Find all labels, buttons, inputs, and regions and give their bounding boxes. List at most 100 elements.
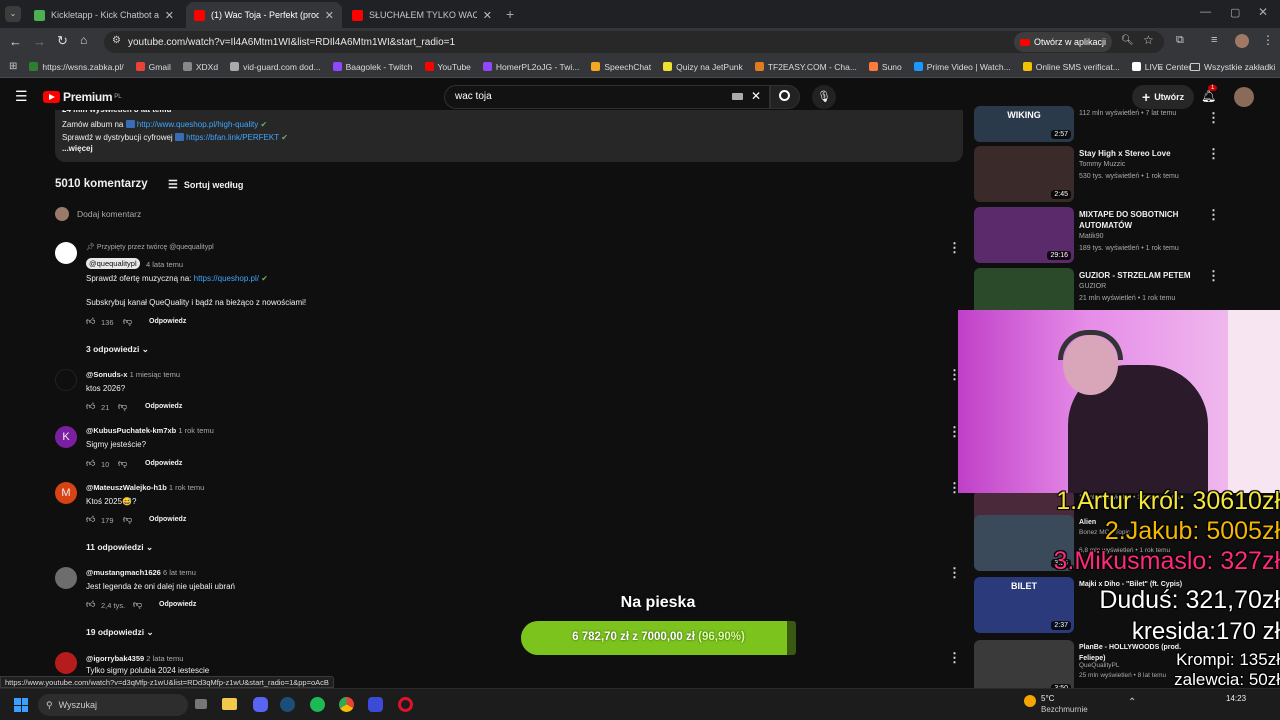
reply-button[interactable]: Odpowiedz xyxy=(159,601,196,608)
discord-icon[interactable] xyxy=(253,697,268,712)
comment-menu-icon[interactable] xyxy=(948,424,952,436)
comment-menu-icon[interactable] xyxy=(948,480,952,492)
avatar[interactable]: M xyxy=(55,482,77,504)
comment-menu-icon[interactable] xyxy=(948,367,952,379)
like-button[interactable]: 👍︎ xyxy=(86,514,95,525)
bookmark-item[interactable]: Suno xyxy=(868,62,902,72)
dislike-button[interactable]: 👎︎ xyxy=(118,401,127,412)
channel-name[interactable]: GUZIOR xyxy=(1079,283,1106,290)
video-item[interactable]: 2:45 Stay High x Stereo Love Tommy Muzzic 5… xyxy=(974,146,1274,204)
channel-name[interactable]: Matik90 xyxy=(1079,233,1104,240)
apps-icon[interactable]: ⊞ xyxy=(9,61,17,72)
video-title[interactable]: GUZIOR - STRZELAM PETEM xyxy=(1079,270,1209,281)
media-control-icon[interactable]: ≡ xyxy=(1211,34,1217,46)
bookmark-item[interactable]: YouTube xyxy=(424,62,471,72)
bfan-link[interactable]: https://bfan.link/PERFEKT xyxy=(186,133,279,142)
weather-temp[interactable]: 5°C xyxy=(1041,694,1054,703)
home-icon[interactable]: ⌂ xyxy=(80,33,87,47)
bookmark-item[interactable]: TF2EASY.COM - Cha... xyxy=(754,62,857,72)
reply-button[interactable]: Odpowiedz xyxy=(149,318,186,325)
like-button[interactable]: 👍︎ xyxy=(86,599,95,610)
task-view-icon[interactable] xyxy=(195,699,207,709)
author-badge[interactable]: @quequalitypl xyxy=(86,258,140,269)
bookmark-item[interactable]: HomerPL2oJG - Twi... xyxy=(482,62,579,72)
opera-icon[interactable] xyxy=(398,697,413,712)
reply-button[interactable]: Odpowiedz xyxy=(145,403,182,410)
album-link[interactable]: http://www.queshop.pl/high-quality xyxy=(137,120,258,129)
zoom-icon[interactable]: 🔍︎ xyxy=(1121,35,1134,46)
video-thumbnail[interactable]: BILET 2:37 xyxy=(974,577,1074,633)
create-button[interactable]: + Utwórz xyxy=(1132,85,1195,109)
all-bookmarks[interactable]: Wszystkie zakładki xyxy=(1190,62,1275,72)
comment-menu-icon[interactable] xyxy=(948,565,952,577)
queshop-link[interactable]: https://queshop.pl/ xyxy=(194,274,259,283)
video-menu-icon[interactable] xyxy=(1207,110,1211,122)
dislike-button[interactable]: 👎︎ xyxy=(118,458,127,469)
show-more-link[interactable]: ...więcej xyxy=(62,144,956,153)
close-icon[interactable]: ✕ xyxy=(325,9,334,22)
tray-chevron-icon[interactable]: ⌃ xyxy=(1128,697,1136,708)
bookmark-item[interactable]: Quizy na JetPunk xyxy=(663,62,743,72)
avatar[interactable] xyxy=(55,652,77,674)
extensions-icon[interactable]: ⧉ xyxy=(1176,34,1184,47)
taskbar-search[interactable]: ⚲ Wyszukaj xyxy=(38,694,188,716)
steam-icon[interactable] xyxy=(280,697,295,712)
site-info-icon[interactable]: ⚙ xyxy=(112,35,121,46)
dislike-button[interactable]: 👎︎ xyxy=(133,599,142,610)
account-avatar[interactable] xyxy=(1234,87,1254,107)
maximize-button[interactable]: ▢ xyxy=(1230,6,1240,19)
video-title[interactable]: MIXTAPE DO SOBOTNICH AUTOMATÓW xyxy=(1079,209,1209,231)
new-tab-button[interactable]: + xyxy=(506,6,514,22)
avatar[interactable] xyxy=(55,567,77,589)
bookmark-item[interactable]: Online SMS verificat... xyxy=(1022,62,1120,72)
bookmark-item[interactable]: Gmail xyxy=(135,62,171,72)
reload-icon[interactable]: ↻ xyxy=(57,33,68,49)
bookmark-item[interactable]: vid-guard.com dod... xyxy=(230,62,321,72)
profile-avatar[interactable] xyxy=(1235,34,1249,48)
author[interactable]: @Sonuds-x xyxy=(86,370,127,379)
close-window-button[interactable]: ✕ xyxy=(1258,5,1268,19)
comment-time[interactable]: 4 lata temu xyxy=(146,260,183,269)
reply-button[interactable]: Odpowiedz xyxy=(149,516,186,523)
tab-kicklet[interactable]: Kickletapp - Kick Chatbot and ✕ xyxy=(26,2,182,28)
video-menu-icon[interactable] xyxy=(1207,268,1211,280)
file-explorer-icon[interactable] xyxy=(222,698,237,710)
chrome-icon[interactable] xyxy=(339,697,354,712)
notifications-button[interactable]: 🔔︎ 1 xyxy=(1201,85,1218,103)
like-button[interactable]: 👍︎ xyxy=(86,316,95,327)
url-field[interactable]: ⚙ youtube.com/watch?v=Il4A6Mtm1WI&list=R… xyxy=(104,31,1164,53)
close-icon[interactable]: ✕ xyxy=(483,9,492,22)
bookmark-star-icon[interactable]: ☆ xyxy=(1143,33,1154,47)
dislike-button[interactable]: 👎︎ xyxy=(123,514,132,525)
channel-name[interactable]: QueQualityPL xyxy=(1079,662,1119,669)
video-menu-icon[interactable] xyxy=(1207,146,1211,158)
comment-menu-icon[interactable] xyxy=(948,240,952,252)
channel-name[interactable]: Tommy Muzzic xyxy=(1079,161,1125,168)
replies-toggle[interactable]: 3 odpowiedzi ⌄ xyxy=(86,344,149,355)
description-box[interactable]: 24 mln wyświetleń 8 lat temu Zamów album… xyxy=(55,110,963,162)
dislike-button[interactable]: 👎︎ xyxy=(123,316,132,327)
menu-icon[interactable]: ⋮ xyxy=(1262,33,1274,47)
clear-search-icon[interactable]: ✕ xyxy=(751,89,761,103)
add-comment-input[interactable]: Dodaj komentarz xyxy=(77,209,141,219)
reply-button[interactable]: Odpowiedz xyxy=(145,460,182,467)
bookmark-item[interactable]: Prime Video | Watch... xyxy=(913,62,1011,72)
bookmark-item[interactable]: SpeechChat xyxy=(591,62,651,72)
author[interactable]: @igorrybak4359 xyxy=(86,654,144,663)
tab-wac-toja[interactable]: (1) Wac Toja - Perfekt (prod. Se ✕ xyxy=(186,2,342,28)
replies-toggle[interactable]: 11 odpowiedzi ⌄ xyxy=(86,542,153,553)
search-input[interactable]: wac toja ✕ xyxy=(444,85,770,109)
keyboard-icon[interactable] xyxy=(732,93,743,100)
minimize-button[interactable]: — xyxy=(1200,6,1211,18)
more-bookmarks-icon[interactable]: » xyxy=(1158,62,1163,72)
app-icon[interactable] xyxy=(368,697,383,712)
sort-button[interactable]: ☰ Sortuj według xyxy=(168,178,243,191)
video-menu-icon[interactable] xyxy=(1207,207,1211,219)
video-thumbnail[interactable]: 2:45 xyxy=(974,146,1074,202)
weather-text[interactable]: Bezchmurnie xyxy=(1041,705,1088,714)
windows-start-icon[interactable] xyxy=(14,698,28,712)
video-thumbnail[interactable]: WIKING 2:57 xyxy=(974,106,1074,142)
voice-search-button[interactable]: 🎙︎ xyxy=(812,85,836,109)
bookmark-item[interactable]: https://wsns.zabka.pl/ xyxy=(29,62,124,72)
bookmark-item[interactable]: Baagolek - Twitch xyxy=(332,62,413,72)
